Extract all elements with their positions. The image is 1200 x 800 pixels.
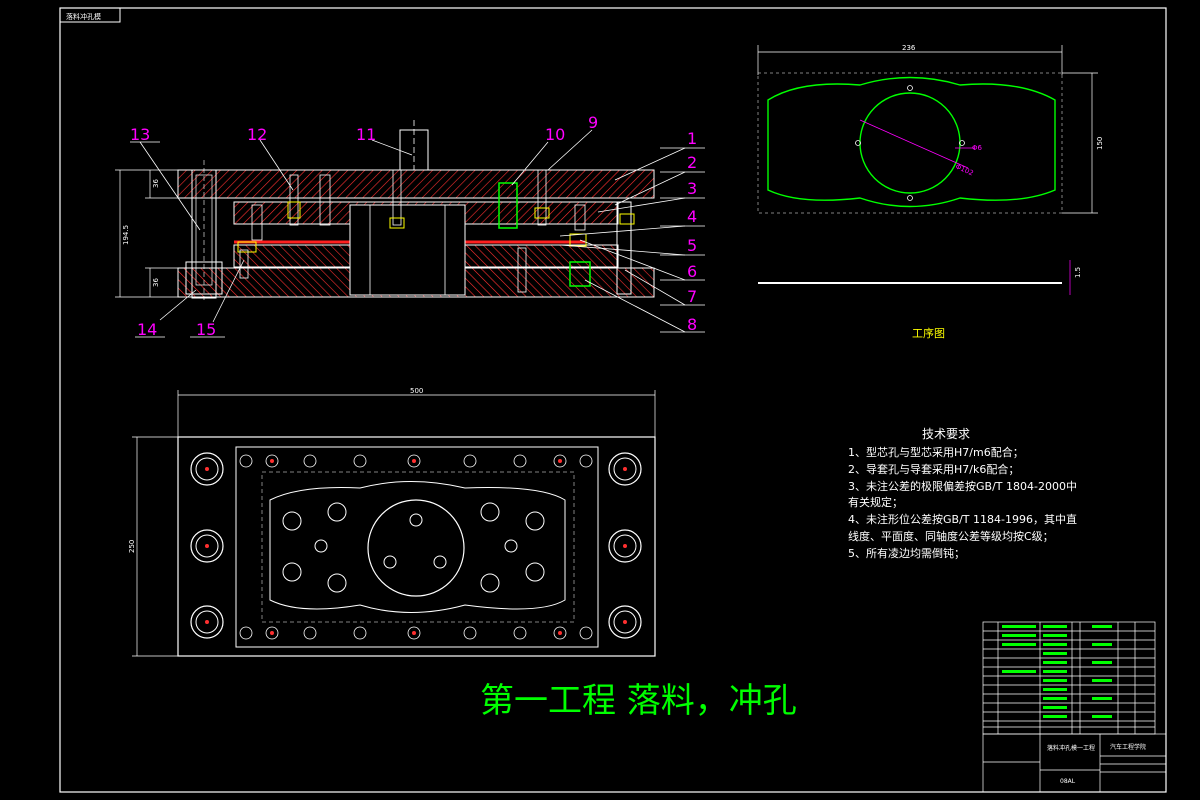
- balloon-1: 1: [687, 129, 697, 148]
- balloon-15: 15: [196, 320, 216, 339]
- workpiece-outline: [767, 76, 1056, 208]
- workpiece-bounding: [757, 72, 1063, 214]
- balloon-13: 13: [130, 125, 150, 144]
- tech-req-item-3: 3、未注公差的极限偏差按GB/T 1804-2000中: [848, 479, 1077, 493]
- balloon-4: 4: [687, 207, 697, 226]
- balloon-9: 9: [588, 113, 598, 132]
- title-block-drawing-name: 落料冲孔模一工程: [1047, 744, 1095, 752]
- balloon-6: 6: [687, 262, 697, 281]
- tech-req-item-1: 1、型芯孔与型芯采用H7/m6配合；: [848, 445, 1024, 459]
- dim-plan-width: 250: [128, 540, 136, 553]
- upper-plate: [177, 169, 655, 199]
- tech-req-item-3b: 有关规定；: [848, 495, 903, 509]
- balloon-8: 8: [687, 315, 697, 334]
- tech-req-item-2: 2、导套孔与导套采用H7/k6配合；: [848, 462, 1019, 476]
- drawing-tag: 落料冲孔模: [66, 12, 101, 21]
- plan-outer-plate: [177, 436, 656, 657]
- balloon-5: 5: [687, 236, 697, 255]
- balloon-3: 3: [687, 179, 697, 198]
- balloon-11: 11: [356, 125, 376, 144]
- dim-workpiece-width: 150: [1096, 137, 1104, 150]
- balloon-12: 12: [247, 125, 267, 144]
- bom-entries: [1002, 625, 1112, 718]
- dim-thickness: 1.5: [1074, 267, 1082, 278]
- cad-drawing-canvas: 落料冲孔模 1 2 3 4 5 6 7 8 9 10 11 12 13 14 1…: [59, 7, 1167, 793]
- title-block-school: 汽车工程学院: [1110, 743, 1146, 751]
- title-block: [982, 621, 1167, 793]
- tech-req-item-4b: 线度、平面度、同轴度公差等级均按C级；: [848, 529, 1054, 543]
- dim-overall-height: 194.5: [122, 225, 130, 245]
- technical-requirements: 技术要求 1、型芯孔与型芯采用H7/m6配合； 2、导套孔与导套采用H7/k6配…: [848, 427, 1077, 560]
- plan-inner-plate: [235, 446, 599, 648]
- tech-req-item-4: 4、未注形位公差按GB/T 1184-1996，其中直: [848, 512, 1077, 526]
- dim-small-hole: Φ6: [972, 144, 983, 152]
- title-block-material: 08AL: [1060, 778, 1076, 785]
- dim-lower-thickness: 36: [152, 278, 160, 287]
- dim-workpiece-length: 236: [902, 44, 916, 52]
- workpiece-view: [757, 45, 1098, 295]
- tech-req-heading: 技术要求: [922, 427, 970, 441]
- section-view: [177, 120, 655, 300]
- plan-blank-outline: [269, 481, 566, 613]
- balloon-14: 14: [137, 320, 157, 339]
- balloon-2: 2: [687, 153, 697, 172]
- process-title: 第一工程 落料，冲孔: [480, 681, 797, 721]
- balloon-10: 10: [545, 125, 565, 144]
- workpiece-center-hole: [859, 92, 961, 194]
- workpiece-caption: 工序图: [912, 326, 945, 340]
- balloon-7: 7: [687, 287, 697, 306]
- center-cavity: [349, 204, 466, 296]
- drawing-frame: [59, 7, 1167, 793]
- dim-plan-length: 500: [410, 387, 423, 395]
- dim-upper-thickness: 36: [152, 179, 160, 188]
- plan-view: [132, 390, 656, 657]
- dim-hole-dia: Φ102: [954, 163, 974, 178]
- tech-req-item-5: 5、所有凌边均需倒钝；: [848, 546, 965, 560]
